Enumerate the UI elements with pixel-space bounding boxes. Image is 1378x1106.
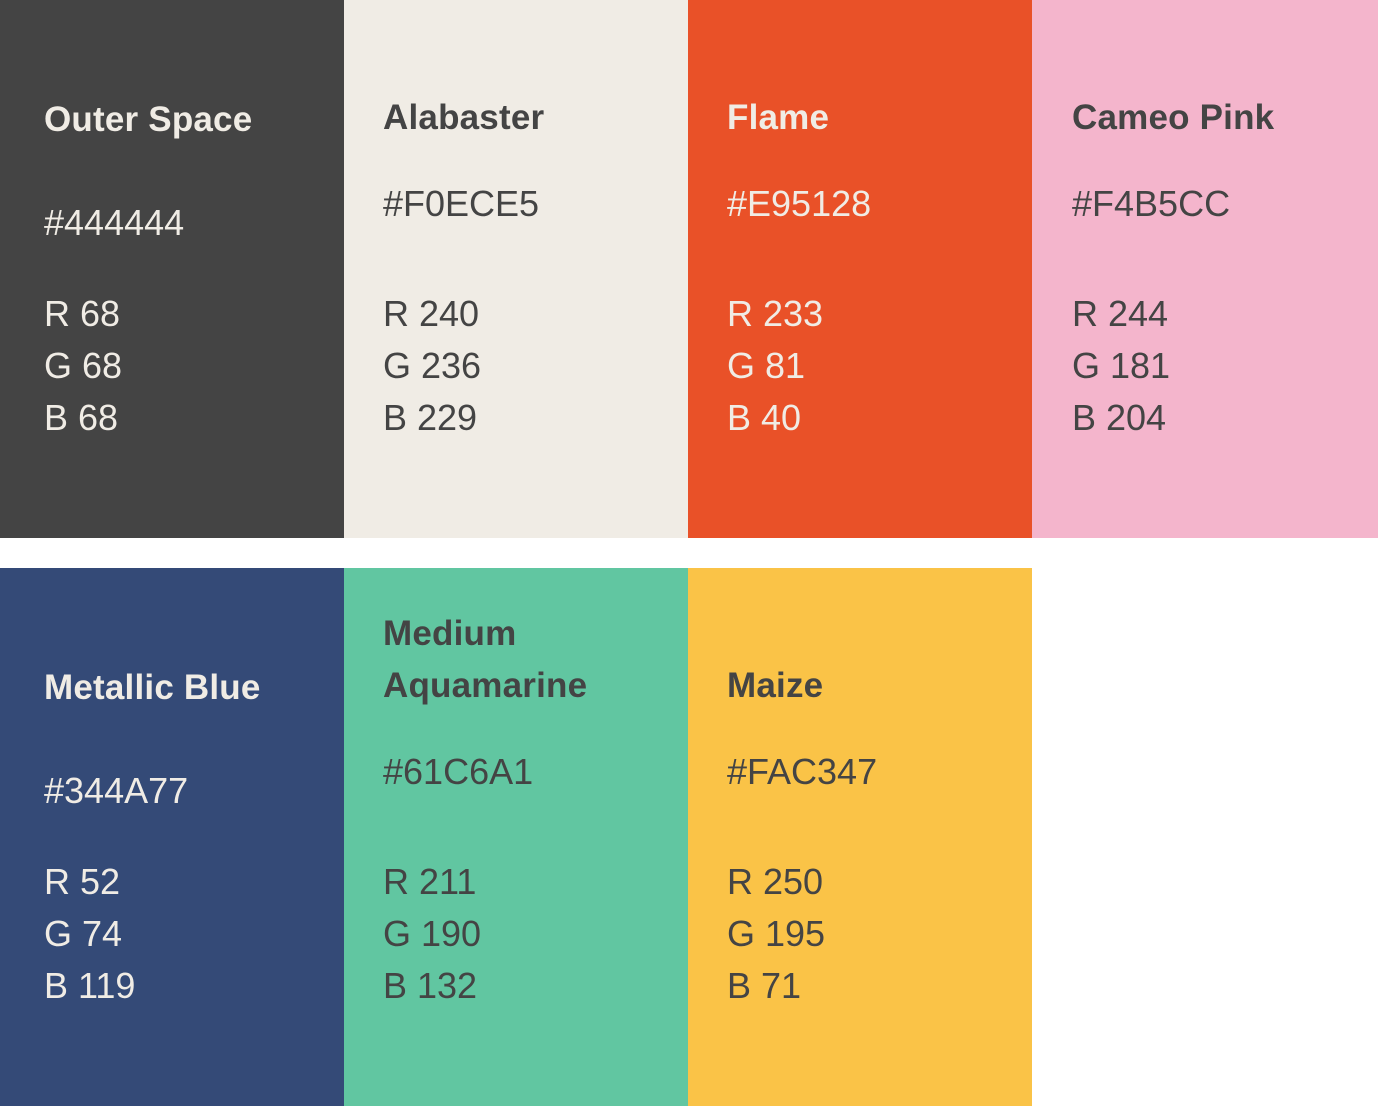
swatch-maize: Maize #FAC347 R 250 G 195 B 71 bbox=[688, 568, 1032, 1106]
swatch-blue-value: B 132 bbox=[383, 965, 478, 1006]
swatch-red-value: R 240 bbox=[383, 293, 480, 334]
swatch-blue-value: B 40 bbox=[727, 397, 802, 438]
swatch-green-value: G 68 bbox=[44, 345, 123, 386]
swatch-hex: #444444 bbox=[44, 202, 185, 243]
swatch-rgb: R 68 G 68 B 68 bbox=[44, 288, 122, 444]
swatch-rgb: R 233 G 81 B 40 bbox=[727, 288, 823, 444]
swatch-hex: #E95128 bbox=[727, 183, 872, 224]
swatch-red-value: R 211 bbox=[383, 861, 477, 902]
swatch-medium-aquamarine: Medium Aquamarine #61C6A1 R 211 G 190 B … bbox=[344, 568, 688, 1106]
swatch-hex: #F4B5CC bbox=[1072, 183, 1231, 224]
swatch-red-value: R 244 bbox=[1072, 293, 1169, 334]
swatch-red-value: R 52 bbox=[44, 861, 121, 902]
color-palette: Outer Space #444444 R 68 G 68 B 68 Alaba… bbox=[0, 0, 1378, 1106]
swatch-hex: #FAC347 bbox=[727, 751, 878, 792]
swatch-green-value: G 195 bbox=[727, 913, 826, 954]
swatch-hex: #61C6A1 bbox=[383, 751, 534, 792]
swatch-blue-value: B 229 bbox=[383, 397, 478, 438]
swatch-green-value: G 181 bbox=[1072, 345, 1171, 386]
swatch-rgb: R 211 G 190 B 132 bbox=[383, 856, 481, 1012]
swatch-red-value: R 68 bbox=[44, 293, 121, 334]
swatch-rgb: R 240 G 236 B 229 bbox=[383, 288, 481, 444]
swatch-blue-value: B 204 bbox=[1072, 397, 1167, 438]
swatch-rgb: R 52 G 74 B 119 bbox=[44, 856, 135, 1012]
swatch-alabaster: Alabaster #F0ECE5 R 240 G 236 B 229 bbox=[344, 0, 688, 538]
swatch-green-value: G 74 bbox=[44, 913, 123, 954]
swatch-name: Flame bbox=[727, 98, 830, 137]
swatch-name: Metallic Blue bbox=[44, 668, 261, 707]
swatch-name: Outer Space bbox=[44, 100, 253, 139]
swatch-red-value: R 250 bbox=[727, 861, 824, 902]
swatch-hex: #344A77 bbox=[44, 770, 189, 811]
swatch-name: Cameo Pink bbox=[1072, 98, 1275, 137]
swatch-blue-value: B 119 bbox=[44, 965, 136, 1006]
swatch-outer-space: Outer Space #444444 R 68 G 68 B 68 bbox=[0, 0, 344, 538]
swatch-green-value: G 236 bbox=[383, 345, 482, 386]
swatch-blue-value: B 71 bbox=[727, 965, 802, 1006]
swatch-red-value: R 233 bbox=[727, 293, 824, 334]
swatch-green-value: G 190 bbox=[383, 913, 482, 954]
swatch-green-value: G 81 bbox=[727, 345, 806, 386]
swatch-name: Maize bbox=[727, 666, 824, 705]
swatch-rgb: R 244 G 181 B 204 bbox=[1072, 288, 1170, 444]
swatch-name: Medium Aquamarine bbox=[383, 614, 588, 705]
swatch-metallic-blue: Metallic Blue #344A77 R 52 G 74 B 119 bbox=[0, 568, 344, 1106]
swatch-rgb: R 250 G 195 B 71 bbox=[727, 856, 825, 1012]
swatch-name: Alabaster bbox=[383, 98, 545, 137]
swatch-blue-value: B 68 bbox=[44, 397, 119, 438]
swatch-flame: Flame #E95128 R 233 G 81 B 40 bbox=[688, 0, 1032, 538]
swatch-hex: #F0ECE5 bbox=[383, 183, 540, 224]
swatch-cameo-pink: Cameo Pink #F4B5CC R 244 G 181 B 204 bbox=[1032, 0, 1378, 538]
